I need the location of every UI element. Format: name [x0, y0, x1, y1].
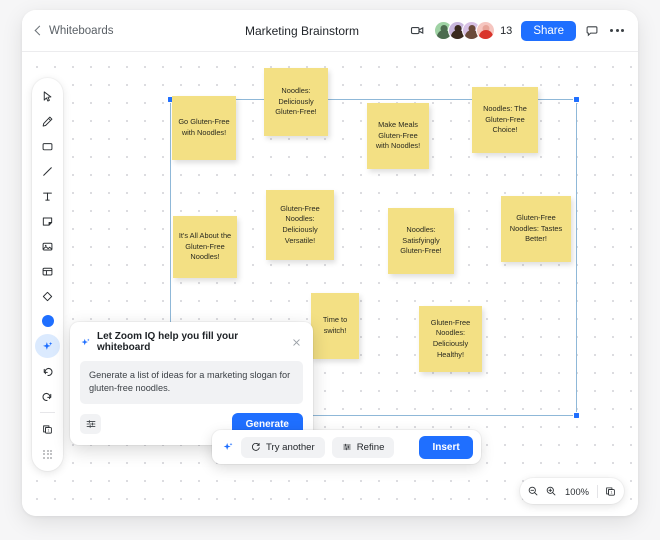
eraser-tool[interactable] — [35, 284, 60, 308]
more-horizontal-icon[interactable] — [608, 25, 626, 36]
sticky-note-text: Make Meals Gluten-Free with Noodles! — [375, 120, 421, 151]
undo-tool[interactable] — [35, 359, 60, 383]
sticky-note-text: Noodles: The Gluten-Free Choice! — [483, 104, 527, 135]
zoom-iq-prompt-input[interactable]: Generate a list of ideas for a marketing… — [80, 361, 303, 404]
sticky-note-text: Noodles: Satisfyingly Gluten-Free! — [400, 225, 442, 256]
sticky-note-text: It's All About the Gluten-Free Noodles! — [178, 231, 232, 262]
video-camera-icon[interactable] — [410, 23, 425, 38]
redo-tool[interactable] — [35, 384, 60, 408]
zoom-controls-divider — [597, 484, 598, 498]
color-circle-icon — [41, 315, 54, 327]
whiteboard-app-window: Whiteboards Marketing Brainstorm 13 Shar… — [22, 10, 638, 516]
zoom-level-label[interactable]: 100% — [563, 486, 591, 497]
image-tool[interactable] — [35, 234, 60, 258]
zoom-iq-title: Let Zoom IQ help you fill your whiteboar… — [97, 331, 239, 353]
sticky-note[interactable]: Noodles: Deliciously Gluten-Free! — [264, 68, 328, 136]
sticky-note[interactable]: Noodles: The Gluten-Free Choice! — [472, 87, 538, 153]
line-tool[interactable] — [35, 159, 60, 183]
ai-action-bar: Try another Refine Insert — [212, 430, 481, 464]
refine-label: Refine — [356, 441, 385, 453]
avatar — [476, 21, 496, 40]
sparkle-icon — [80, 337, 91, 348]
sticky-note[interactable]: Go Gluten-Free with Noodles! — [172, 96, 236, 160]
try-another-label: Try another — [266, 441, 315, 453]
zoom-iq-header: Let Zoom IQ help you fill your whiteboar… — [80, 331, 303, 353]
sticky-note[interactable]: Gluten-Free Noodles: Tastes Better! — [501, 196, 571, 262]
sticky-note[interactable]: Time to switch! — [311, 293, 359, 359]
sticky-note-text: Gluten-Free Noodles: Deliciously Healthy… — [430, 317, 471, 359]
insert-button[interactable]: Insert — [419, 435, 473, 459]
toolbar-divider — [40, 412, 55, 413]
ai-tool[interactable] — [35, 334, 60, 358]
back-link-label: Whiteboards — [49, 24, 114, 37]
sticky-note-text: Noodles: Deliciously Gluten-Free! — [275, 86, 317, 117]
sticky-note-text: Time to switch! — [322, 315, 348, 335]
zoom-controls: 100% 1 — [520, 478, 624, 504]
collaborator-avatars[interactable]: 13 — [434, 21, 512, 40]
sticky-note-text: Go Gluten-Free with Noodles! — [178, 117, 230, 137]
sticky-note-tool[interactable] — [35, 209, 60, 233]
page-title: Marketing Brainstorm — [244, 23, 360, 38]
pages-tool[interactable]: 1 — [35, 417, 60, 441]
selection-handle-bottom-right[interactable] — [573, 412, 580, 419]
svg-text:1: 1 — [610, 490, 612, 494]
sticky-note-text: Gluten-Free Noodles: Deliciously Versati… — [280, 203, 320, 245]
back-to-whiteboards-link[interactable]: Whiteboards — [34, 24, 114, 37]
sticky-note-text: Gluten-Free Noodles: Tastes Better! — [509, 213, 563, 244]
chevron-left-icon — [34, 25, 45, 36]
refine-button[interactable]: Refine — [331, 436, 395, 458]
rectangle-tool[interactable] — [35, 134, 60, 158]
zoom-iq-dialog: Let Zoom IQ help you fill your whiteboar… — [70, 322, 313, 445]
pages-1-icon[interactable]: 1 — [604, 485, 617, 498]
sticky-note[interactable]: Make Meals Gluten-Free with Noodles! — [367, 103, 429, 169]
close-x-icon[interactable] — [290, 337, 303, 348]
color-tool[interactable] — [35, 309, 60, 333]
top-bar: Whiteboards Marketing Brainstorm 13 Shar… — [22, 10, 638, 52]
whiteboard-canvas[interactable]: Go Gluten-Free with Noodles! Noodles: De… — [22, 52, 638, 516]
top-bar-actions: 13 Share — [410, 20, 626, 41]
left-toolbar: 1 — [32, 78, 63, 471]
text-tool[interactable] — [35, 184, 60, 208]
screenshot-root: Whiteboards Marketing Brainstorm 13 Shar… — [0, 0, 660, 540]
share-button[interactable]: Share — [521, 20, 576, 41]
svg-text:1: 1 — [47, 428, 49, 432]
sticky-note[interactable]: It's All About the Gluten-Free Noodles! — [173, 216, 237, 278]
try-another-button[interactable]: Try another — [241, 436, 325, 458]
refresh-icon — [251, 442, 261, 452]
sliders-icon — [342, 442, 352, 452]
sticky-note[interactable]: Gluten-Free Noodles: Deliciously Versati… — [266, 190, 334, 260]
magnifier-plus-icon[interactable] — [545, 485, 557, 497]
drag-handle[interactable] — [35, 442, 60, 466]
select-tool[interactable] — [35, 84, 60, 108]
sticky-note[interactable]: Noodles: Satisfyingly Gluten-Free! — [388, 208, 454, 274]
magnifier-minus-icon[interactable] — [527, 485, 539, 497]
template-tool[interactable] — [35, 259, 60, 283]
grip-dots-icon — [43, 449, 52, 459]
chat-bubble-icon[interactable] — [585, 24, 599, 38]
sticky-note[interactable]: Gluten-Free Noodles: Deliciously Healthy… — [419, 306, 482, 372]
sliders-icon[interactable] — [80, 414, 101, 435]
member-count: 13 — [500, 24, 513, 37]
selection-handle-top-right[interactable] — [573, 96, 580, 103]
sparkle-icon — [220, 441, 234, 453]
pen-tool[interactable] — [35, 109, 60, 133]
